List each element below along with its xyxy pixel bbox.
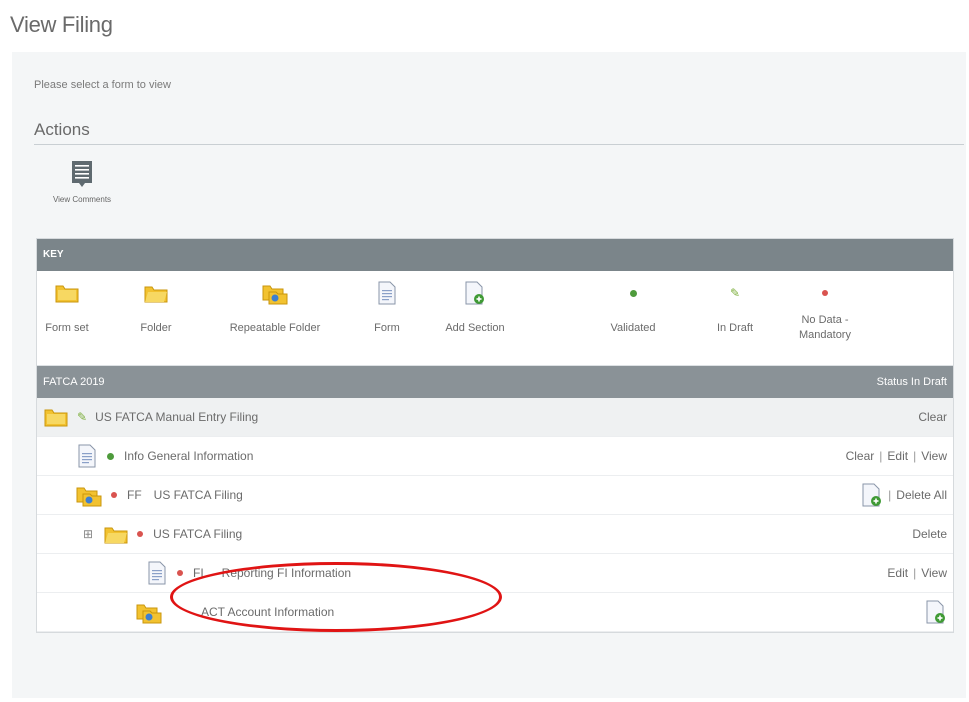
key-label: No Data - Mandatory [799, 314, 851, 341]
key-legend: Form set Folder Repeatable Folder Form A… [37, 271, 953, 366]
key-item-validated: Validated [603, 279, 663, 336]
key-item-folder: Folder [129, 279, 183, 336]
tree-row-account-information[interactable]: ACT Account Information [37, 593, 953, 632]
no-data-mandatory-icon [177, 570, 183, 576]
no-data-mandatory-icon [822, 290, 828, 296]
form-icon [378, 281, 396, 305]
key-box: KEY Form set Folder Repeatable Folder Fo… [36, 238, 954, 633]
row-name: US FATCA Manual Entry Filing [95, 410, 259, 424]
key-item-form: Form [367, 279, 407, 336]
filing-title: FATCA 2019 [43, 376, 105, 388]
key-label: Validated [610, 322, 656, 334]
key-item-form-set: Form set [39, 279, 95, 336]
key-label: Folder [140, 322, 172, 334]
key-item-in-draft: ✎ In Draft [707, 279, 763, 336]
repeatable-folder-icon [136, 604, 162, 624]
view-link[interactable]: View [921, 566, 947, 580]
separator: | [879, 449, 883, 463]
page-title: View Filing [10, 12, 113, 37]
view-comments-label: View Comments [52, 195, 112, 204]
actions-heading: Actions [34, 120, 90, 139]
folder-icon [104, 527, 128, 544]
in-draft-icon: ✎ [729, 286, 741, 300]
actions-divider [34, 144, 964, 145]
clear-link[interactable]: Clear [846, 449, 875, 463]
status-label: Status [876, 376, 908, 388]
filing-status: Status In Draft [877, 366, 947, 398]
folder-icon [144, 286, 168, 303]
no-data-mandatory-icon [137, 531, 144, 537]
key-item-add-section: Add Section [425, 279, 525, 336]
form-icon [78, 444, 96, 468]
row-name: ACT Account Information [201, 605, 335, 619]
key-label: In Draft [716, 322, 754, 334]
row-name: Info General Information [124, 449, 254, 463]
tree-row-reporting-fi-information[interactable]: FI Reporting FI Information Edit | View [37, 554, 953, 593]
edit-link[interactable]: Edit [887, 566, 908, 580]
edit-link[interactable]: Edit [887, 449, 908, 463]
key-item-no-data-mandatory: No Data - Mandatory [793, 279, 857, 343]
filing-panel: Please select a form to view Actions Vie… [12, 52, 966, 698]
delete-link[interactable]: Delete [912, 527, 947, 541]
view-link[interactable]: View [921, 449, 947, 463]
form-set-icon [44, 409, 68, 427]
key-header: KEY [37, 239, 953, 271]
tree-row-manual-entry-filing[interactable]: ✎ US FATCA Manual Entry Filing Clear [37, 398, 953, 437]
row-code: FI [193, 566, 204, 580]
validated-icon [107, 452, 114, 460]
status-value: In Draft [910, 376, 947, 388]
comments-icon [72, 161, 92, 187]
add-section-icon [465, 281, 484, 305]
key-label: Repeatable Folder [229, 322, 321, 334]
key-label: Form [374, 322, 400, 334]
key-item-repeatable-folder: Repeatable Folder [205, 279, 345, 336]
repeatable-folder-icon [262, 285, 288, 305]
no-data-mandatory-icon [111, 492, 117, 498]
row-name: US FATCA Filing [153, 488, 243, 502]
repeatable-folder-icon [76, 487, 102, 507]
delete-all-link[interactable]: Delete All [896, 488, 947, 502]
separator: | [913, 566, 917, 580]
tree-row-general-information[interactable]: Info General Information Clear | Edit | … [37, 437, 953, 476]
validated-icon [629, 289, 637, 297]
row-code: FF [127, 488, 142, 502]
separator: | [913, 449, 917, 463]
key-label: Form set [45, 322, 89, 334]
in-draft-icon: ✎ [77, 410, 88, 424]
add-section-icon[interactable] [925, 600, 947, 624]
form-set-icon [55, 285, 79, 303]
add-section-icon[interactable] [861, 483, 883, 507]
filing-header: FATCA 2019 Status In Draft [37, 366, 953, 398]
tree-row-us-fatca-filing[interactable]: ⊞ US FATCA Filing Delete [37, 515, 953, 554]
expand-toggle-icon[interactable]: ⊞ [83, 527, 93, 541]
form-icon [148, 561, 166, 585]
key-label: Add Section [445, 322, 505, 334]
tree-row-ff-us-fatca-filing[interactable]: FF US FATCA Filing | Delete All [37, 476, 953, 515]
row-name: US FATCA Filing [153, 527, 243, 541]
row-name: Reporting FI Information [221, 566, 352, 580]
instruction-text: Please select a form to view [34, 79, 171, 91]
view-comments-button[interactable]: View Comments [42, 160, 122, 204]
separator: | [888, 488, 892, 502]
clear-link[interactable]: Clear [918, 410, 947, 424]
